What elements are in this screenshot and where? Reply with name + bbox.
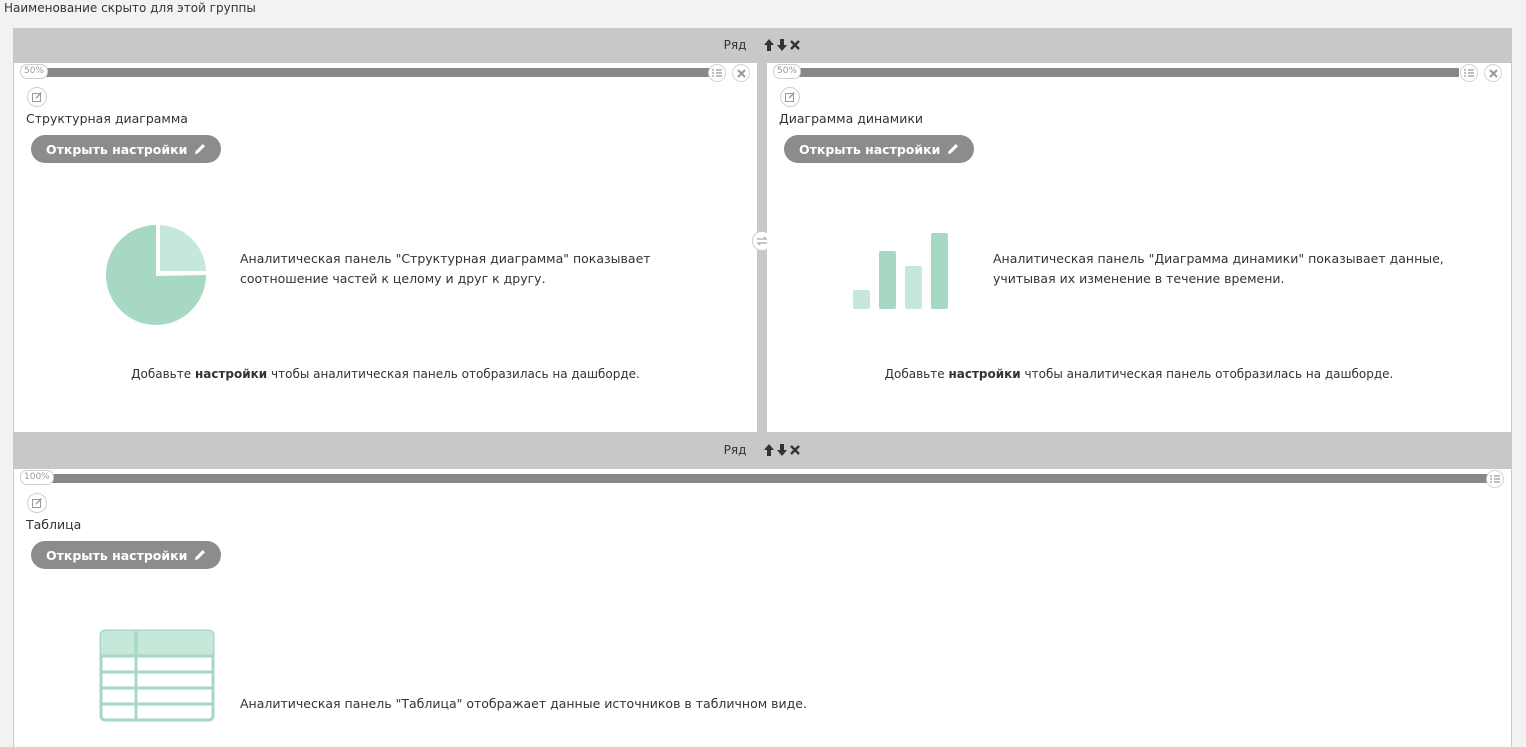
width-percent-badge: 100% [20, 470, 54, 485]
width-slider[interactable] [46, 474, 1488, 483]
width-percent-badge: 50% [20, 64, 49, 79]
open-settings-label: Открыть настройки [799, 141, 941, 157]
pencil-icon [948, 144, 959, 154]
panel-table: 100% Таблица Открыть настройки Аналитиче… [14, 469, 1511, 747]
hint-bold-text: настройки [194, 367, 268, 381]
panel-title: Структурная диаграмма [26, 111, 188, 126]
hint-text: Добавьте [131, 367, 195, 381]
width-percent-badge: 50% [773, 64, 802, 79]
row-label: Ряд [723, 38, 747, 52]
delete-row-icon[interactable] [788, 442, 801, 458]
pencil-icon [195, 144, 206, 154]
panel-structural-chart: 50% Структурная диаграмма Открыть настро… [14, 63, 757, 432]
hint-text: чтобы аналитическая панель отобразилась … [1020, 367, 1394, 381]
open-settings-label: Открыть настройки [46, 141, 188, 157]
panel-title: Таблица [26, 517, 82, 532]
hint-bold-text: настройки [948, 367, 1021, 381]
description-line: Аналитическая панель "Таблица" отображае… [240, 696, 807, 711]
open-settings-label: Открыть настройки [46, 547, 188, 563]
pencil-icon [195, 550, 206, 560]
move-down-icon[interactable] [775, 442, 788, 458]
list-icon[interactable] [1460, 64, 1478, 82]
row-header: Ряд [13, 28, 1512, 62]
description-line: соотношение частей к целому и друг к дру… [240, 271, 546, 286]
panel-description: Аналитическая панель "Структурная диагра… [240, 249, 651, 289]
move-up-icon[interactable] [762, 37, 775, 53]
description-line: учитывая их изменение в течение времени. [993, 271, 1285, 286]
move-up-icon[interactable] [762, 442, 775, 458]
panel-description: Аналитическая панель "Диаграмма динамики… [993, 249, 1444, 289]
table-icon [99, 629, 215, 722]
pie-chart-icon [106, 225, 206, 325]
panel-description: Аналитическая панель "Таблица" отображае… [240, 694, 807, 714]
settings-hint: Добавьте настройки чтобы аналитическая п… [767, 367, 1511, 381]
row-header: Ряд [13, 433, 1512, 467]
hint-text: чтобы аналитическая панель отобразилась … [267, 367, 640, 381]
width-slider[interactable] [46, 68, 710, 77]
edit-title-icon[interactable] [27, 87, 47, 107]
width-slider[interactable] [799, 68, 1459, 77]
list-icon[interactable] [708, 64, 726, 82]
open-settings-button[interactable]: Открыть настройки [31, 541, 222, 569]
move-down-icon[interactable] [775, 37, 788, 53]
delete-row-icon[interactable] [788, 37, 801, 53]
description-line: Аналитическая панель "Диаграмма динамики… [993, 251, 1444, 266]
settings-hint: Добавьте настройки чтобы аналитическая п… [14, 367, 757, 381]
open-settings-button[interactable]: Открыть настройки [784, 135, 975, 163]
bar-chart-icon [853, 233, 948, 309]
close-icon[interactable] [732, 64, 750, 82]
panel-dynamics-chart: 50% Диаграмма динамики Открыть настройки… [767, 63, 1511, 432]
dashboard-canvas: Ряд 50% Структурная диаграмма Открыть на… [13, 28, 1512, 747]
open-settings-button[interactable]: Открыть настройки [31, 135, 222, 163]
row-label: Ряд [723, 443, 747, 457]
list-icon[interactable] [1486, 470, 1504, 488]
edit-title-icon[interactable] [27, 493, 47, 513]
group-name: Наименование скрыто для этой группы [4, 1, 256, 15]
close-icon[interactable] [1484, 64, 1502, 82]
description-line: Аналитическая панель "Структурная диагра… [240, 251, 651, 266]
edit-title-icon[interactable] [780, 87, 800, 107]
panel-title: Диаграмма динамики [779, 111, 924, 126]
hint-text: Добавьте [884, 367, 949, 381]
